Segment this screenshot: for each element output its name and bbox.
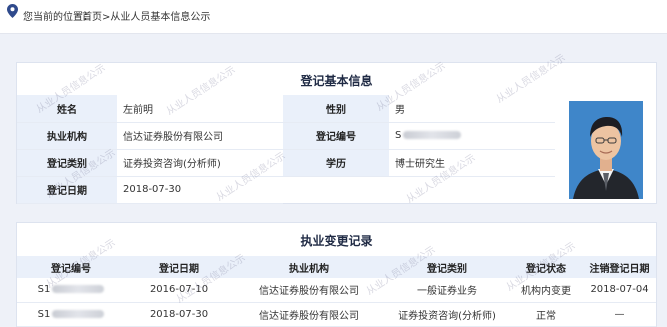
cell-date: 2018-07-30 [125,302,233,327]
col-category: 登记类别 [385,256,509,278]
cell-regno: S1 [17,278,125,303]
org-value: 信达证券股份有限公司 [117,122,283,150]
education-value: 博士研究生 [389,149,555,177]
location-pin-icon [7,4,18,18]
table-header-row: 登记编号 登记日期 执业机构 登记类别 登记状态 注销登记日期 [17,256,656,278]
info-row: 登记类别 证券投资咨询(分析师) 学历 博士研究生 [17,149,555,177]
table-row: S1 2018-07-30 信达证券股份有限公司 证券投资咨询(分析师) 正常 … [17,302,656,327]
regno-prefix: S [395,130,402,141]
cell-cancel-date: 2018-07-04 [583,278,656,303]
category-value: 证券投资咨询(分析师) [117,149,283,177]
gender-value: 男 [389,95,555,123]
cell-org: 信达证券股份有限公司 [233,278,385,303]
regno-value: S [389,122,555,150]
col-cancel-date: 注销登记日期 [583,256,656,278]
gender-label: 性别 [283,95,389,123]
person-photo [569,101,643,199]
col-regno: 登记编号 [17,256,125,278]
cell-status: 正常 [509,302,583,327]
basic-info-table: 姓名 左前明 性别 男 执业机构 信达证券股份有限公司 登记编号 S 登记类别 … [17,95,555,204]
change-history-title: 执业变更记录 [300,234,373,248]
breadcrumb-home-link[interactable]: 首页 [82,12,102,23]
change-history-panel: 执业变更记录 登记编号 登记日期 执业机构 登记类别 登记状态 注销登记日期 S… [16,222,657,327]
info-row: 登记日期 2018-07-30 [17,176,555,204]
breadcrumb-current: 从业人员基本信息公示 [110,12,211,23]
category-label: 登记类别 [17,149,117,177]
basic-info-panel: 登记基本信息 姓名 左前明 性别 男 执业机构 信达证券股份有限公司 登记编号 … [16,62,657,204]
date-label: 登记日期 [17,176,117,204]
top-bar: 您当前的位置： 首页>从业人员基本信息公示 [0,0,667,34]
date-value: 2018-07-30 [117,176,283,204]
redacted-regno [52,285,105,294]
cell-org: 信达证券股份有限公司 [233,302,385,327]
col-status: 登记状态 [509,256,583,278]
name-value: 左前明 [117,95,283,123]
redacted-regno [403,131,462,139]
col-date: 登记日期 [125,256,233,278]
cell-category: 一般证券业务 [385,278,509,303]
cell-status: 机构内变更 [509,278,583,303]
education-label: 学历 [283,149,389,177]
name-label: 姓名 [17,95,117,123]
table-row: S1 2016-07-10 信达证券股份有限公司 一般证券业务 机构内变更 20… [17,278,656,303]
redacted-regno [52,309,105,318]
cell-category: 证券投资咨询(分析师) [385,302,509,327]
portrait-image [569,101,643,199]
org-label: 执业机构 [17,122,117,150]
regno-label: 登记编号 [283,122,389,150]
cell-cancel-date: — [583,302,656,327]
breadcrumb: 首页>从业人员基本信息公示 [82,8,210,23]
cell-regno: S1 [17,302,125,327]
info-row: 执业机构 信达证券股份有限公司 登记编号 S [17,122,555,150]
cell-date: 2016-07-10 [125,278,233,303]
col-org: 执业机构 [233,256,385,278]
basic-info-title: 登记基本信息 [300,74,373,88]
info-row: 姓名 左前明 性别 男 [17,95,555,123]
change-history-table: 登记编号 登记日期 执业机构 登记类别 登记状态 注销登记日期 S1 2016-… [17,256,656,327]
